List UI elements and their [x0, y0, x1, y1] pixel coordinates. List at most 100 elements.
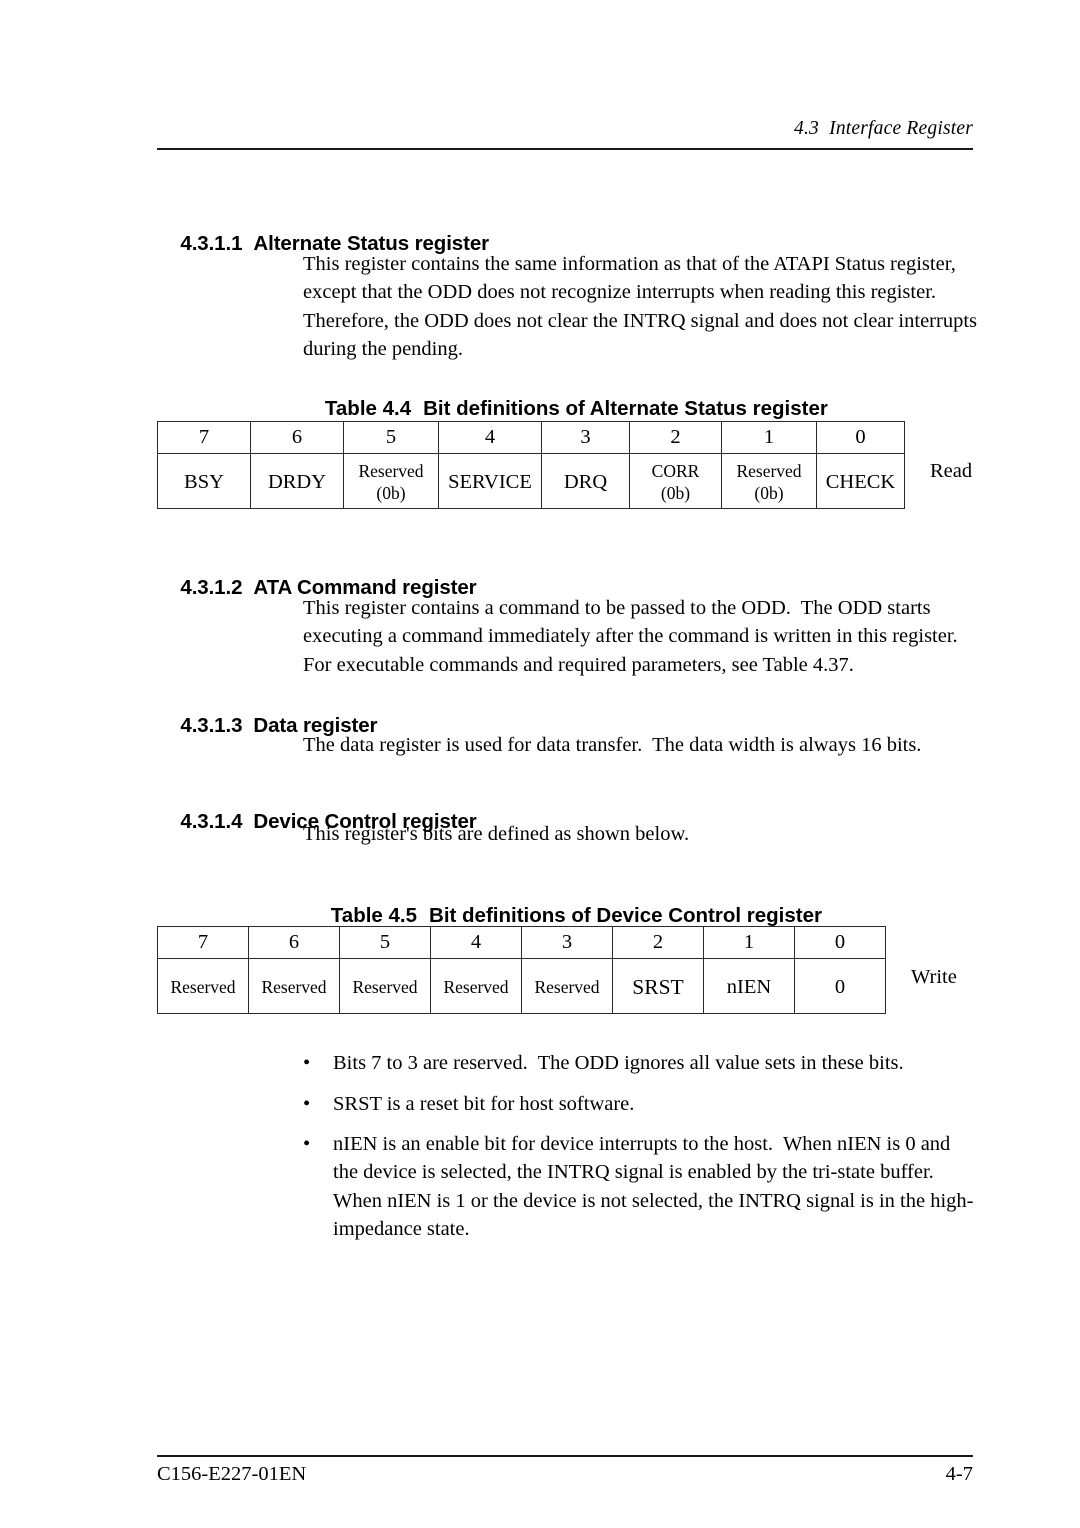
bit-index-cell: 2: [612, 926, 704, 959]
table-4-4: 7 6 5 4 3 2 1 0 BSY DRDY Reserved (0b) S…: [157, 421, 905, 509]
bit-name-note: (0b): [376, 482, 406, 503]
bit-name-value: BSY: [184, 470, 224, 493]
bit-name-value: DRDY: [267, 470, 327, 493]
paragraph-line: This register's bits are defined as show…: [303, 823, 690, 845]
bit-index-cell: 6: [250, 421, 344, 454]
bit-name-value: SERVICE: [448, 470, 532, 493]
table-4-5-access-label: Write: [911, 966, 957, 988]
bit-index-value: 0: [834, 931, 846, 953]
running-header-text: 4.3 Interface Register: [794, 118, 973, 139]
bullet-marker-icon: •: [303, 1093, 311, 1115]
paragraph-line: executing a command immediately after th…: [303, 625, 958, 648]
bit-index-cell: 0: [794, 926, 886, 959]
bullet-text: SRST is a reset bit for host software.: [333, 1090, 993, 1118]
table-caption-number: Table 4.4: [324, 397, 412, 420]
bit-index-cell: 0: [816, 421, 905, 454]
bit-index-value: 0: [855, 426, 866, 448]
bullet-item-nien: • nIEN is an enable bit for device inter…: [303, 1130, 993, 1244]
header-rule: [157, 148, 973, 150]
bit-index-value: 3: [580, 426, 591, 448]
bit-index-value: 7: [197, 931, 209, 953]
bit-index-cell: 4: [430, 926, 522, 959]
bit-index-value: 2: [670, 426, 681, 448]
bullet-marker-icon: •: [303, 1052, 311, 1074]
bit-name-value: Reserved: [261, 976, 327, 997]
bit-index-cell: 6: [248, 926, 340, 959]
table-row-bit-index: 7 6 5 4 3 2 1 0: [157, 926, 886, 959]
bit-index-value: 5: [385, 426, 397, 448]
bit-name-cell: Reserved: [339, 958, 431, 1014]
bit-index-cell: 1: [703, 926, 795, 959]
bullet-marker-icon: •: [303, 1133, 311, 1155]
bit-name-cell: CHECK: [816, 453, 905, 509]
bullet-line: When nIEN is 1 or the device is not sele…: [333, 1189, 974, 1212]
bit-name-cell: 0: [794, 958, 886, 1014]
table-4-4-access-label: Read: [930, 460, 973, 482]
paragraph-line: during the pending.: [303, 338, 463, 361]
bit-index-value: 2: [652, 931, 664, 953]
section-number: 4.3.1.3: [180, 714, 243, 737]
document-page: 4.3 Interface Register 4.3.1.1 Alternate …: [0, 0, 1080, 1528]
table-4-5: 7 6 5 4 3 2 1 0 Reserved Reserved Reserv…: [157, 926, 886, 1014]
table-caption-title: Bit definitions of Alternate Status regi…: [423, 397, 828, 420]
section-paragraph-4-3-1-4: This register's bits are defined as show…: [303, 820, 983, 848]
bit-index-cell: 4: [438, 421, 542, 454]
section-paragraph-4-3-1-1: This register contains the same informat…: [303, 250, 983, 364]
bit-index-cell: 7: [157, 421, 251, 454]
bit-name-value: CHECK: [825, 470, 896, 493]
bit-name-value: Reserved: [352, 976, 418, 997]
bit-name-value: DRQ: [563, 470, 608, 493]
bit-name-cell: SERVICE: [438, 453, 542, 509]
bullet-line: Bits 7 to 3 are reserved. The ODD ignore…: [333, 1052, 904, 1074]
bullet-line: impedance state.: [333, 1218, 470, 1241]
section-number: 4.3.1.1: [180, 232, 243, 255]
bit-index-cell: 3: [541, 421, 630, 454]
bit-index-value: 5: [379, 931, 391, 953]
bit-index-value: 6: [291, 426, 303, 448]
bit-name-cell: Reserved: [248, 958, 340, 1014]
table-row-bit-name: Reserved Reserved Reserved Reserved Rese…: [157, 958, 886, 1014]
bit-name-value: 0: [834, 975, 846, 998]
bit-index-cell: 1: [721, 421, 817, 454]
table-row-bit-index: 7 6 5 4 3 2 1 0: [157, 421, 905, 454]
bit-index-cell: 5: [339, 926, 431, 959]
bit-name-cell: DRQ: [541, 453, 630, 509]
bit-name-note: (0b): [754, 482, 784, 503]
footer-page-number: 4-7: [945, 1463, 973, 1485]
paragraph-line: except that the ODD does not recognize i…: [303, 281, 937, 304]
bit-index-cell: 5: [343, 421, 439, 454]
bit-name-cell: Reserved (0b): [721, 453, 817, 509]
bit-index-value: 1: [743, 931, 755, 953]
bit-definitions-table: 7 6 5 4 3 2 1 0 BSY DRDY Reserved (0b) S…: [157, 421, 905, 509]
bit-index-value: 4: [484, 426, 496, 448]
bit-name-cell: DRDY: [250, 453, 344, 509]
bit-name-value: nIEN: [726, 975, 772, 998]
bit-name-value: Reserved: [443, 976, 509, 997]
section-paragraph-4-3-1-2: This register contains a command to be p…: [303, 594, 983, 679]
table-caption-number: Table 4.5: [330, 904, 418, 927]
bit-name-value: Reserved: [358, 460, 424, 481]
section-paragraph-4-3-1-3: The data register is used for data trans…: [303, 731, 983, 759]
bullet-line: the device is selected, the INTRQ signal…: [333, 1161, 934, 1184]
bit-name-value: Reserved: [534, 976, 600, 997]
bullet-item-srst: • SRST is a reset bit for host software.: [303, 1090, 993, 1118]
bit-index-value: 6: [288, 931, 300, 953]
bit-index-value: 4: [470, 931, 482, 953]
bit-index-cell: 3: [521, 926, 613, 959]
bit-name-cell: CORR (0b): [629, 453, 722, 509]
bit-name-note: (0b): [660, 482, 691, 503]
section-number: 4.3.1.4: [180, 810, 243, 833]
bullet-text: nIEN is an enable bit for device interru…: [333, 1130, 993, 1244]
bit-name-cell: SRST: [612, 958, 704, 1014]
paragraph-line: The data register is used for data trans…: [303, 734, 922, 756]
section-number: 4.3.1.2: [180, 576, 243, 599]
bullet-text: Bits 7 to 3 are reserved. The ODD ignore…: [333, 1049, 993, 1077]
bit-name-cell: Reserved (0b): [343, 453, 439, 509]
running-header: 4.3 Interface Register: [157, 118, 973, 140]
bit-name-value: CORR: [651, 460, 700, 481]
bit-index-cell: 2: [629, 421, 722, 454]
paragraph-line: This register contains a command to be p…: [303, 597, 931, 619]
bit-name-value: SRST: [632, 974, 684, 999]
bit-name-value: Reserved: [170, 976, 236, 997]
bit-name-cell: Reserved: [521, 958, 613, 1014]
